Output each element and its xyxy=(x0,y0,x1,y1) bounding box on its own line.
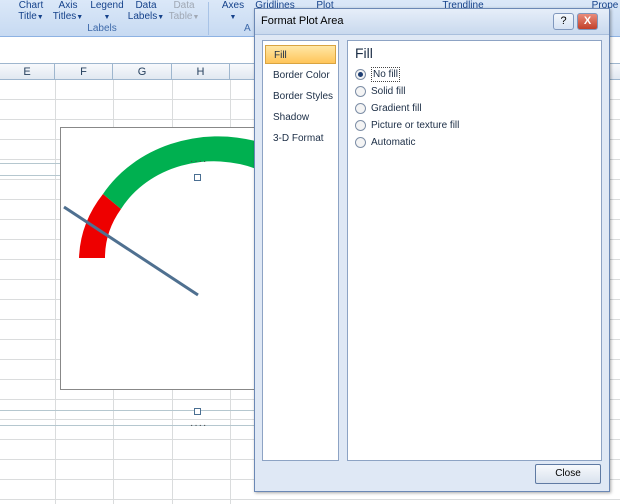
resize-handle-dots[interactable]: ···· xyxy=(190,420,207,431)
nav-item-border-styles[interactable]: Border Styles xyxy=(265,87,336,106)
no-fill-label[interactable]: No fill xyxy=(371,67,401,82)
dialog-title: Format Plot Area xyxy=(261,15,344,27)
resize-handle-dots[interactable]: ···· xyxy=(190,156,207,167)
axes-button[interactable]: Axes ▼ xyxy=(218,0,248,23)
category-nav: Fill Border Color Border Styles Shadow 3… xyxy=(262,40,339,461)
nav-item-3d-format[interactable]: 3-D Format xyxy=(265,129,336,148)
column-header-g[interactable]: G xyxy=(113,64,172,80)
column-header-e[interactable]: E xyxy=(0,64,55,80)
axis-titles-label-2: Titles xyxy=(52,11,77,22)
gauge-green-segment xyxy=(103,136,259,209)
fill-options-panel: Fill No fill Solid fill Gradient fill Pi… xyxy=(347,40,602,461)
nav-item-border-color[interactable]: Border Color xyxy=(265,66,336,85)
data-table-label-1: Data xyxy=(173,0,195,11)
grid-line xyxy=(55,80,56,504)
gradient-fill-label[interactable]: Gradient fill xyxy=(371,102,422,115)
dropdown-arrow-icon: ▼ xyxy=(192,14,200,21)
column-header-f[interactable]: F xyxy=(55,64,113,80)
fill-heading: Fill xyxy=(355,45,373,61)
chart-title-label-1: Chart xyxy=(18,0,44,11)
chart-title-label-2: Title xyxy=(18,11,37,22)
gauge-svg xyxy=(63,136,259,297)
gauge-chart[interactable] xyxy=(60,127,260,390)
nav-item-shadow[interactable]: Shadow xyxy=(265,108,336,127)
dropdown-arrow-icon: ▼ xyxy=(157,14,165,21)
selection-handle[interactable] xyxy=(194,408,201,415)
chart-selection-line xyxy=(0,410,254,411)
dialog-titlebar[interactable]: Format Plot Area ? X xyxy=(255,9,609,35)
data-labels-button[interactable]: Data Labels▼ xyxy=(126,0,166,23)
radio-no-fill[interactable] xyxy=(355,69,366,80)
ribbon-separator xyxy=(208,2,209,35)
radio-gradient-fill[interactable] xyxy=(355,103,366,114)
help-button[interactable]: ? xyxy=(553,13,574,30)
nav-item-fill[interactable]: Fill xyxy=(265,45,336,64)
automatic-label[interactable]: Automatic xyxy=(371,136,415,149)
data-table-label-2: Table xyxy=(168,11,193,22)
data-labels-label-1: Data xyxy=(135,0,157,11)
dropdown-arrow-icon: ▼ xyxy=(36,14,44,21)
labels-group-label: Labels xyxy=(87,23,117,34)
axis-titles-button[interactable]: Axis Titles▼ xyxy=(50,0,86,23)
axes-label: Axes xyxy=(221,0,245,11)
radio-picture-fill[interactable] xyxy=(355,120,366,131)
legend-label: Legend xyxy=(90,0,124,11)
legend-button[interactable]: Legend ▼ xyxy=(88,0,126,23)
axes-group-label: A xyxy=(244,23,251,34)
chart-title-button[interactable]: Chart Title▼ xyxy=(14,0,48,23)
chart-selection-line xyxy=(0,425,254,426)
radio-automatic[interactable] xyxy=(355,137,366,148)
dropdown-arrow-icon: ▼ xyxy=(103,14,111,21)
selection-handle[interactable] xyxy=(194,174,201,181)
solid-fill-label[interactable]: Solid fill xyxy=(371,85,405,98)
data-labels-label-2: Labels xyxy=(127,11,158,22)
close-button[interactable]: Close xyxy=(535,464,601,484)
data-table-button[interactable]: Data Table▼ xyxy=(166,0,202,23)
format-plot-area-dialog: Format Plot Area ? X Fill Border Color B… xyxy=(254,8,610,492)
axis-titles-label-1: Axis xyxy=(58,0,78,11)
dropdown-arrow-icon: ▼ xyxy=(76,14,84,21)
column-header-h[interactable]: H xyxy=(172,64,230,80)
radio-solid-fill[interactable] xyxy=(355,86,366,97)
dropdown-arrow-icon: ▼ xyxy=(229,14,237,21)
picture-fill-label[interactable]: Picture or texture fill xyxy=(371,119,459,132)
close-x-icon[interactable]: X xyxy=(577,13,598,30)
